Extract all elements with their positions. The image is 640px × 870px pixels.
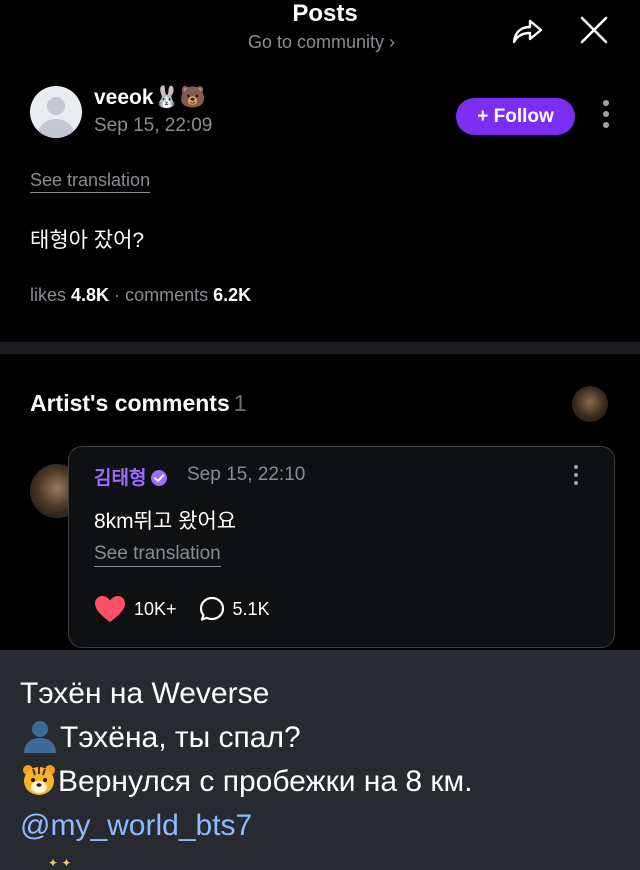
comment-stats: 10K+ 5.1K: [94, 595, 270, 623]
post-username[interactable]: veeok🐰🐻: [94, 86, 206, 110]
post-date: Sep 15, 22:09: [94, 115, 213, 136]
tiger-face-icon: [23, 765, 55, 795]
message-caption: Тэхён на Weverse Тэхёна, ты спал? Вернул…: [20, 672, 630, 848]
caption-line-2: Тэхёна, ты спал?: [20, 716, 630, 760]
comment-bubble-icon[interactable]: [199, 596, 225, 622]
artist-avatar-small[interactable]: [572, 386, 608, 422]
top-bar: Posts Go to community ›: [0, 0, 640, 58]
avatar[interactable]: [30, 86, 82, 138]
comment-more-icon[interactable]: [572, 465, 580, 489]
follow-button[interactable]: + Follow: [456, 98, 575, 135]
caption-line-1: Тэхён на Weverse: [20, 677, 270, 710]
channel-mention-link[interactable]: @my_world_bts7: [20, 804, 630, 848]
see-translation-link[interactable]: See translation: [30, 170, 151, 193]
likes-count: 4.8K: [71, 285, 110, 305]
comment-text: 8km뛰고 왔어요: [94, 510, 237, 533]
post-text: 태형아 잤어?: [30, 229, 145, 252]
comment-see-translation-link[interactable]: See translation: [94, 543, 221, 567]
artist-comments-count: 1: [233, 390, 247, 416]
likes-label: likes: [30, 285, 67, 305]
comments-label: comments: [125, 285, 209, 305]
more-options-icon[interactable]: [598, 100, 614, 134]
close-icon[interactable]: [574, 10, 614, 50]
comment-likes-count: 10K+: [134, 598, 177, 619]
verified-badge-icon: [151, 470, 168, 486]
share-icon[interactable]: [509, 12, 545, 48]
caption-line-3: Вернулся с пробежки на 8 км.: [20, 760, 630, 804]
artist-comments-section: Artist's comments 1 김태형 Sep 15, 22:10 8km…: [0, 354, 640, 650]
post-stats: likes 4.8K · comments 6.2K: [30, 285, 251, 306]
person-silhouette-icon: [24, 721, 56, 753]
post-card: veeok🐰🐻 Sep 15, 22:09 + Follow See trans…: [0, 58, 640, 342]
comment-date: Sep 15, 22:10: [187, 464, 306, 485]
comment-author[interactable]: 김태형: [94, 463, 168, 490]
heart-icon[interactable]: [94, 595, 126, 623]
weverse-screenshot: Posts Go to community › veeok🐰🐻 Sep 15, …: [0, 0, 640, 650]
artist-comments-title: Artist's comments 1: [30, 390, 247, 416]
default-avatar-icon: [39, 97, 73, 138]
comment-replies-count: 5.1K: [232, 598, 270, 619]
artist-comment-card: 김태형 Sep 15, 22:10 8km뛰고 왔어요 See translat…: [68, 446, 615, 648]
comments-count: 6.2K: [213, 285, 252, 305]
sparkle-icon: ✦ ✦: [48, 856, 72, 870]
stats-separator: ·: [114, 285, 121, 305]
